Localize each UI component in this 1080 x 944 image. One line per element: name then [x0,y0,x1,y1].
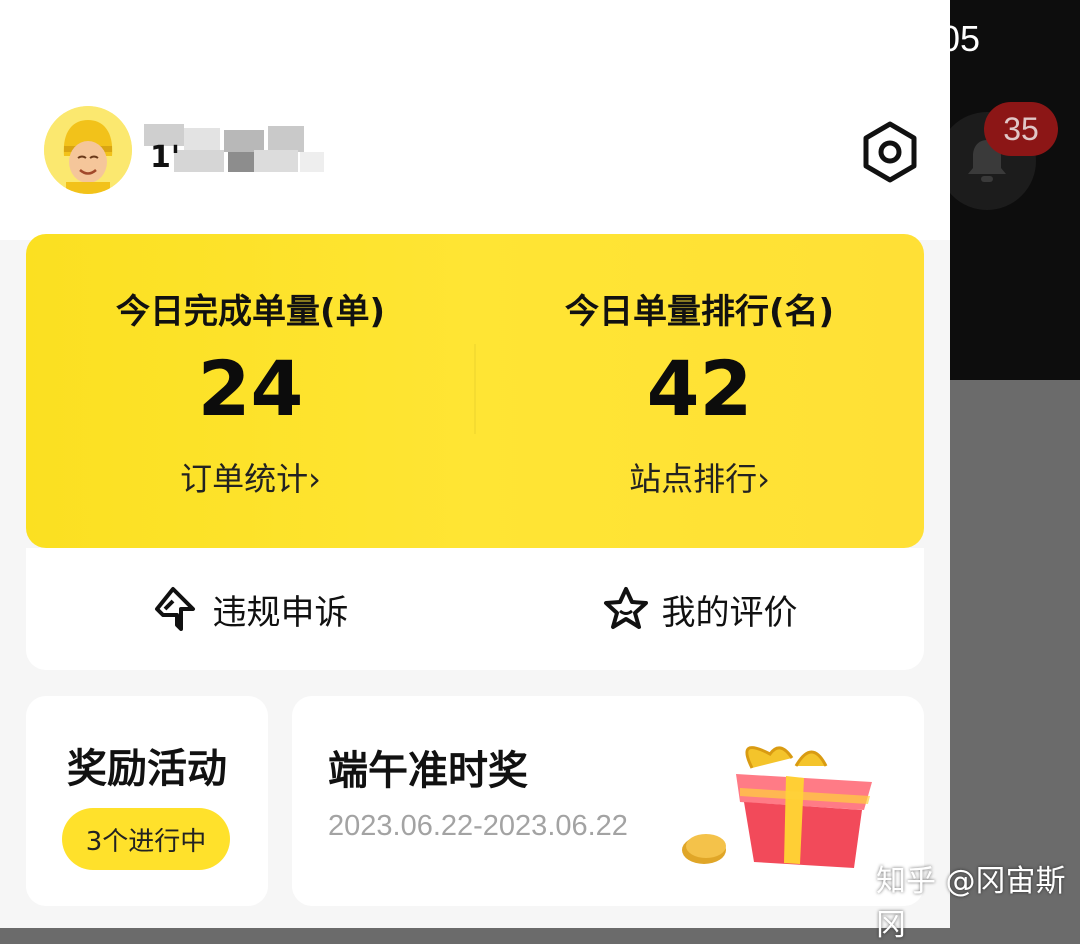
my-reviews-button[interactable]: 我的评价 [475,548,924,670]
order-rank-stat: 今日单量排行(名) 42 站点排行› [475,234,924,548]
event-title: 端午准时奖 [328,748,528,794]
daily-stats-card: 今日完成单量(单) 24 订单统计› 今日单量排行(名) 42 站点排行› [26,234,924,548]
settings-button[interactable] [858,120,922,184]
order-statistics-link[interactable]: 订单统计› [26,454,475,500]
rewards-card[interactable]: 奖励活动 3个进行中 [26,696,268,906]
profile-drawer: 1' 今日完成单量(单) 24 订单统计› 今日单量排行(名) 42 站点排行› [0,0,950,928]
order-statistics-label: 订单统计 [180,460,309,498]
station-ranking-link[interactable]: 站点排行› [475,454,924,500]
rewards-title: 奖励活动 [67,746,227,792]
settings-hexagon-icon [863,121,917,183]
courier-avatar-icon [44,106,132,194]
completed-orders-title: 今日完成单量(单) [115,292,386,332]
order-rank-title: 今日单量排行(名) [564,292,835,332]
appeal-icon [154,587,195,631]
event-date-range: 2023.06.22-2023.06.22 [328,810,628,842]
completed-orders-stat: 今日完成单量(单) 24 订单统计› [26,234,475,548]
violation-appeal-label: 违规申诉 [212,592,349,633]
active-rewards-pill[interactable]: 3个进行中 [62,808,230,870]
quick-actions-card: 违规申诉 我的评价 [26,548,924,670]
completed-orders-value: 24 [197,344,304,433]
order-rank-value: 42 [646,344,753,433]
notification-count-badge: 35 [984,102,1058,156]
star-face-icon [603,587,648,629]
username: 1' [150,140,181,175]
gift-box-icon [682,746,872,868]
drawer-header [0,0,950,240]
chevron-right-icon: › [308,460,321,498]
event-card[interactable]: 端午准时奖 2023.06.22-2023.06.22 [292,696,924,906]
violation-appeal-button[interactable]: 违规申诉 [26,548,475,670]
chevron-right-icon: › [757,460,770,498]
station-ranking-label: 站点排行 [629,460,758,498]
my-reviews-label: 我的评价 [661,592,798,633]
watermark: 知乎 @冈宙斯冈 [876,864,1066,943]
avatar[interactable] [44,106,132,194]
